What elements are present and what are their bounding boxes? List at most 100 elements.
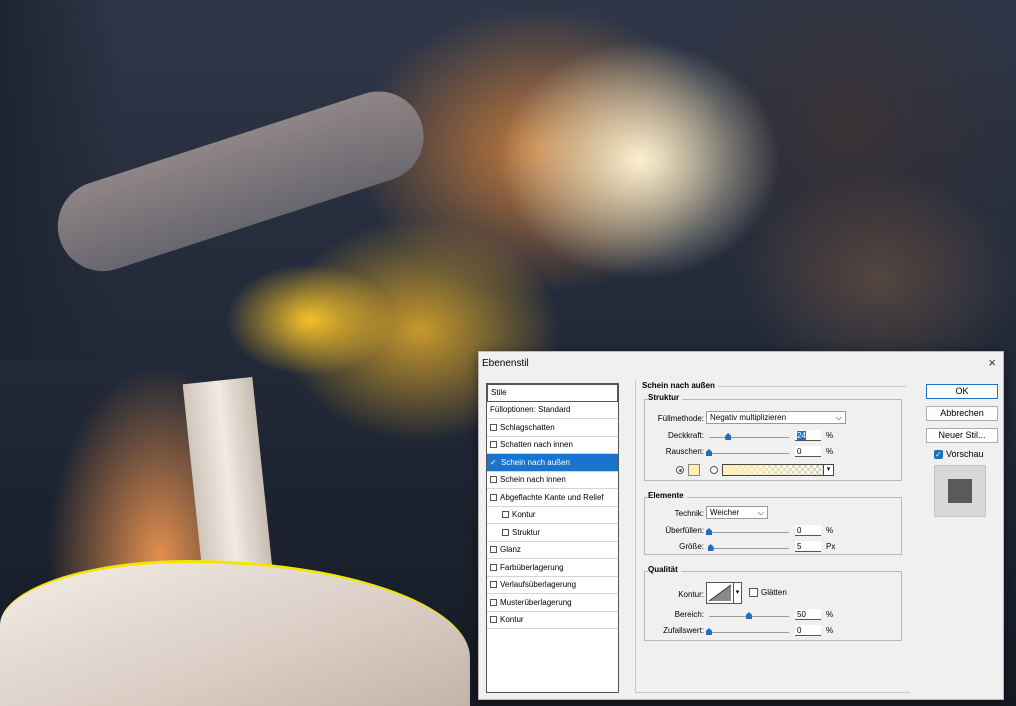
- styles-list: Stile Fülloptionen: Standard Schlagschatt…: [486, 383, 619, 693]
- style-item[interactable]: Verlaufsüberlagerung: [487, 577, 618, 594]
- opacity-unit: %: [826, 431, 834, 440]
- style-item[interactable]: Farbüberlagerung: [487, 559, 618, 577]
- dialog-title: Ebenenstil: [482, 358, 529, 369]
- style-item-label: Abgeflachte Kante und Relief: [500, 492, 604, 502]
- noise-input[interactable]: 0: [795, 446, 821, 457]
- style-item[interactable]: ✓ Schein nach außen: [487, 454, 618, 472]
- style-item-label: Schein nach außen: [501, 457, 570, 467]
- style-item-label: Schein nach innen: [500, 475, 566, 484]
- chevron-down-icon: ⌵: [757, 508, 764, 517]
- opacity-input-value: 24: [797, 431, 806, 440]
- style-item[interactable]: Fülloptionen: Standard: [487, 402, 618, 419]
- new-style-button[interactable]: Neuer Stil...: [926, 428, 998, 443]
- checkmark-icon: ✓: [934, 449, 943, 459]
- style-item[interactable]: Abgeflachte Kante und Relief: [487, 489, 618, 507]
- style-item-label: Kontur: [500, 615, 524, 624]
- noise-label: Rauschen:: [665, 447, 704, 456]
- preview-toggle[interactable]: ✓ Vorschau: [934, 449, 984, 459]
- spread-unit: %: [826, 526, 834, 535]
- styles-items: Fülloptionen: Standard Schlagschatten Scha…: [487, 402, 618, 629]
- noise-unit: %: [826, 447, 834, 456]
- style-item[interactable]: Musterüberlagerung: [487, 594, 618, 612]
- preview-label: Vorschau: [946, 449, 984, 459]
- jitter-unit: %: [826, 626, 834, 635]
- elements-title: Elemente: [648, 491, 687, 500]
- size-unit: Px: [826, 542, 836, 551]
- ok-button[interactable]: OK: [926, 384, 998, 399]
- style-item-label: Glanz: [500, 545, 521, 554]
- section-title: Schein nach außen: [642, 381, 718, 390]
- opacity-label: Deckkraft:: [667, 431, 704, 440]
- contour-preview[interactable]: [706, 582, 734, 604]
- antialias-label: Glätten: [761, 588, 787, 597]
- style-checkbox[interactable]: [490, 441, 497, 449]
- technique-value: Weicher: [710, 508, 740, 517]
- style-item[interactable]: Struktur: [487, 524, 618, 542]
- opacity-input[interactable]: 24: [795, 430, 821, 441]
- spread-input[interactable]: 0: [795, 525, 821, 536]
- gradient-radio[interactable]: [710, 466, 718, 474]
- blend-mode-label: Füllmethode:: [657, 414, 704, 423]
- style-checkbox[interactable]: [502, 511, 509, 519]
- style-checkbox[interactable]: [490, 616, 497, 624]
- style-checkbox[interactable]: [490, 598, 497, 606]
- size-slider-track[interactable]: [709, 548, 789, 549]
- style-item[interactable]: Schatten nach innen: [487, 437, 618, 454]
- size-label: Größe:: [679, 542, 704, 551]
- range-unit: %: [826, 610, 834, 619]
- style-checkbox[interactable]: [490, 493, 497, 501]
- spread-slider-track[interactable]: [709, 532, 789, 533]
- blend-mode-value: Negativ multiplizieren: [710, 413, 787, 422]
- structure-title: Struktur: [648, 393, 683, 402]
- solid-color-radio[interactable]: [676, 466, 684, 474]
- contour-label: Kontur:: [678, 590, 704, 599]
- style-item-label: Schatten nach innen: [500, 440, 573, 449]
- antialias-checkbox[interactable]: [749, 588, 758, 597]
- chevron-down-icon: ⌵: [835, 413, 842, 422]
- close-icon[interactable]: ×: [988, 355, 996, 370]
- range-input[interactable]: 50: [795, 609, 821, 620]
- style-item-label: Schlagschatten: [500, 422, 555, 432]
- style-item-label: Musterüberlagerung: [500, 597, 572, 607]
- jitter-input[interactable]: 0: [795, 625, 821, 636]
- size-input[interactable]: 5: [795, 541, 821, 552]
- jitter-slider-track[interactable]: [709, 632, 789, 633]
- style-checkbox[interactable]: [490, 476, 497, 484]
- styles-header[interactable]: Stile: [487, 384, 618, 402]
- glow-gradient-picker[interactable]: ▾: [722, 464, 834, 476]
- quality-title: Qualität: [648, 565, 681, 574]
- style-checkbox[interactable]: [490, 546, 497, 554]
- style-item-label: Fülloptionen: Standard: [490, 405, 571, 414]
- noise-slider-track[interactable]: [709, 453, 789, 454]
- outer-glow-panel: Schein nach außen Struktur Füllmethode: …: [635, 380, 910, 693]
- spread-label: Überfüllen:: [665, 526, 704, 535]
- technique-label: Technik:: [674, 509, 704, 518]
- style-item[interactable]: Kontur: [487, 507, 618, 524]
- style-item-label: Farbüberlagerung: [500, 562, 564, 572]
- blend-mode-select[interactable]: Negativ multiplizieren ⌵: [706, 411, 846, 424]
- style-item[interactable]: Glanz: [487, 542, 618, 559]
- style-item-label: Verlaufsüberlagerung: [500, 580, 577, 589]
- chevron-down-icon: ▾: [735, 589, 740, 596]
- range-label: Bereich:: [674, 610, 704, 619]
- contour-dropdown[interactable]: ▾: [734, 582, 742, 604]
- style-checkbox[interactable]: [490, 581, 497, 589]
- style-item-label: Struktur: [512, 527, 541, 537]
- chevron-down-icon[interactable]: ▾: [823, 465, 833, 475]
- style-item[interactable]: Kontur: [487, 612, 618, 629]
- style-preview: [934, 465, 986, 517]
- checkmark-icon[interactable]: ✓: [490, 454, 498, 472]
- cancel-button[interactable]: Abbrechen: [926, 406, 998, 421]
- glow-color-swatch[interactable]: [688, 464, 700, 476]
- style-item[interactable]: Schlagschatten: [487, 419, 618, 437]
- opacity-slider-track[interactable]: [709, 437, 789, 438]
- style-checkbox[interactable]: [502, 528, 509, 536]
- dress-cloth: [0, 560, 470, 706]
- technique-select[interactable]: Weicher ⌵: [706, 506, 768, 519]
- layer-style-dialog: Ebenenstil × Stile Fülloptionen: Standar…: [478, 351, 1004, 700]
- preview-square: [948, 479, 972, 503]
- style-item-label: Kontur: [512, 510, 536, 519]
- style-checkbox[interactable]: [490, 423, 497, 431]
- style-item[interactable]: Schein nach innen: [487, 472, 618, 489]
- style-checkbox[interactable]: [490, 563, 497, 571]
